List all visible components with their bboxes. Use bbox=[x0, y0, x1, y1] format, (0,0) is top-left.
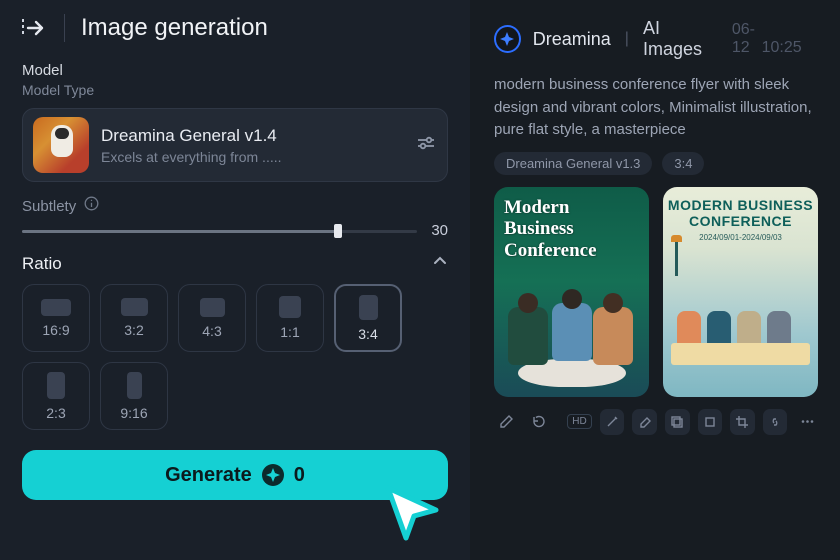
time: 10:25 bbox=[762, 39, 802, 56]
thumb2-title: MODERN BUSINESS CONFERENCE bbox=[663, 197, 818, 229]
ratio-option-label: 16:9 bbox=[42, 322, 69, 338]
model-info: Dreamina General v1.4 Excels at everythi… bbox=[101, 126, 403, 165]
ratio-option-3-4[interactable]: 3:4 bbox=[334, 284, 402, 352]
erase-icon[interactable] bbox=[632, 409, 657, 435]
chip-ratio[interactable]: 3:4 bbox=[662, 152, 704, 175]
prompt-text: modern business conference flyer with sl… bbox=[494, 74, 820, 142]
wand-icon[interactable] bbox=[600, 409, 625, 435]
edit-icon[interactable] bbox=[494, 409, 519, 435]
link-icon[interactable] bbox=[763, 409, 788, 435]
subtlety-slider-row: 30 bbox=[22, 222, 448, 239]
retry-icon[interactable] bbox=[527, 409, 552, 435]
ratio-option-9-16[interactable]: 9:16 bbox=[100, 362, 168, 430]
result-image-2[interactable]: MODERN BUSINESS CONFERENCE 2024/09/01-20… bbox=[663, 187, 818, 397]
ratio-option-label: 1:1 bbox=[280, 324, 299, 340]
credits-count: 0 bbox=[294, 464, 305, 487]
info-icon[interactable] bbox=[84, 196, 99, 216]
divider bbox=[64, 14, 65, 42]
subtlety-label: Subtlety bbox=[22, 198, 76, 215]
page-title: Image generation bbox=[81, 14, 268, 42]
breadcrumb-separator: | bbox=[625, 30, 629, 48]
result-image-1[interactable]: Modern Business Conference bbox=[494, 187, 649, 397]
subtlety-row: Subtlety bbox=[22, 196, 448, 216]
results-panel: Dreamina | AI Images 06-12 10:25 modern b… bbox=[470, 0, 840, 560]
ratio-option-2-3[interactable]: 2:3 bbox=[22, 362, 90, 430]
ratio-option-4-3[interactable]: 4:3 bbox=[178, 284, 246, 352]
subtlety-slider[interactable] bbox=[22, 225, 417, 237]
model-name: Dreamina General v1.4 bbox=[101, 126, 403, 146]
result-header: Dreamina | AI Images 06-12 10:25 bbox=[494, 18, 820, 60]
collapse-icon[interactable] bbox=[22, 17, 48, 39]
ratio-option-label: 4:3 bbox=[202, 323, 221, 339]
result-chips: Dreamina General v1.3 3:4 bbox=[494, 152, 820, 175]
ratio-header[interactable]: Ratio bbox=[22, 253, 448, 274]
model-description: Excels at everything from ..... bbox=[101, 149, 403, 165]
ratio-option-label: 9:16 bbox=[120, 405, 147, 421]
ratio-option-label: 3:2 bbox=[124, 322, 143, 338]
ratio-grid: 16:9 3:2 4:3 1:1 3:4 2:3 9:16 bbox=[22, 284, 448, 430]
model-thumbnail bbox=[33, 117, 89, 173]
date: 06-12 bbox=[732, 21, 755, 56]
hd-badge[interactable]: HD bbox=[567, 414, 591, 429]
ratio-option-label: 2:3 bbox=[46, 405, 65, 421]
crop-icon[interactable] bbox=[730, 409, 755, 435]
ratio-label: Ratio bbox=[22, 254, 62, 274]
result-actions: HD bbox=[494, 409, 820, 435]
model-section-label: Model bbox=[22, 62, 448, 79]
layers-icon[interactable] bbox=[665, 409, 690, 435]
header: Image generation bbox=[22, 14, 448, 42]
generate-label: Generate bbox=[165, 464, 252, 487]
chevron-up-icon bbox=[432, 253, 448, 274]
expand-icon[interactable] bbox=[698, 409, 723, 435]
ratio-option-16-9[interactable]: 16:9 bbox=[22, 284, 90, 352]
thumb2-date: 2024/09/01-2024/09/03 bbox=[663, 233, 818, 242]
ratio-option-1-1[interactable]: 1:1 bbox=[256, 284, 324, 352]
app-section: AI Images bbox=[643, 18, 720, 60]
settings-panel: Image generation Model Model Type Dreami… bbox=[0, 0, 470, 560]
chip-model[interactable]: Dreamina General v1.3 bbox=[494, 152, 652, 175]
model-type-label: Model Type bbox=[22, 82, 448, 98]
credits-icon bbox=[262, 464, 284, 486]
ratio-option-3-2[interactable]: 3:2 bbox=[100, 284, 168, 352]
app-icon bbox=[494, 25, 521, 53]
ratio-option-label: 3:4 bbox=[358, 326, 377, 342]
app-name: Dreamina bbox=[533, 29, 611, 50]
model-selector[interactable]: Dreamina General v1.4 Excels at everythi… bbox=[22, 108, 448, 182]
timestamp: 06-12 10:25 bbox=[732, 21, 820, 57]
sliders-icon[interactable] bbox=[415, 132, 437, 159]
subtlety-value: 30 bbox=[431, 222, 448, 239]
thumb1-title: Modern Business Conference bbox=[504, 197, 639, 263]
generate-button[interactable]: Generate 0 bbox=[22, 450, 448, 500]
result-thumbnails: Modern Business Conference MODERN BUSINE… bbox=[494, 187, 820, 397]
more-icon[interactable] bbox=[795, 409, 820, 435]
